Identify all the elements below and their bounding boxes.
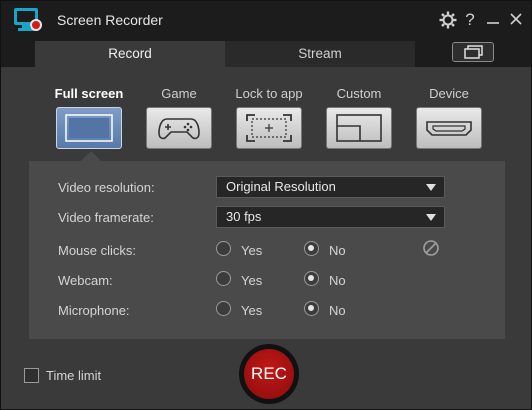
help-icon[interactable]: ? bbox=[459, 9, 481, 31]
gamepad-icon bbox=[146, 107, 212, 149]
mode-label: Device bbox=[429, 86, 469, 101]
microphone-label: Microphone: bbox=[58, 303, 130, 318]
mode-custom[interactable]: Custom bbox=[324, 85, 394, 149]
mode-label: Custom bbox=[336, 86, 382, 101]
prohibited-icon bbox=[423, 240, 439, 256]
title-bar: Screen Recorder ? bbox=[1, 1, 531, 39]
webcam-no-label: No bbox=[329, 273, 346, 288]
mode-full-screen[interactable]: Full screen bbox=[54, 85, 124, 149]
panel-pointer bbox=[81, 151, 101, 161]
window-mode-button[interactable] bbox=[452, 42, 494, 62]
mode-label: Full screen bbox=[54, 86, 124, 101]
window-title: Screen Recorder bbox=[57, 12, 163, 28]
custom-region-icon bbox=[326, 107, 392, 149]
record-button[interactable]: REC bbox=[239, 344, 299, 404]
time-limit-checkbox[interactable] bbox=[24, 368, 39, 383]
webcam-label: Webcam: bbox=[58, 273, 113, 288]
webcam-yes-label: Yes bbox=[241, 273, 263, 288]
mode-label: Game bbox=[161, 86, 197, 101]
video-framerate-label: Video framerate: bbox=[58, 210, 154, 225]
tab-stream[interactable]: Stream bbox=[225, 41, 415, 67]
mouse-clicks-yes-radio[interactable] bbox=[216, 241, 231, 256]
mouse-clicks-label: Mouse clicks: bbox=[58, 243, 137, 258]
mode-label: Lock to app bbox=[235, 86, 303, 101]
video-resolution-select[interactable]: Original Resolution bbox=[216, 176, 445, 198]
fullscreen-icon bbox=[56, 107, 122, 149]
settings-gear-icon[interactable] bbox=[437, 9, 459, 31]
windows-icon bbox=[464, 45, 483, 59]
record-button-label: REC bbox=[244, 349, 294, 399]
hdmi-icon bbox=[416, 107, 482, 149]
mouse-clicks-no-radio[interactable] bbox=[304, 241, 319, 256]
tab-record[interactable]: Record bbox=[35, 41, 225, 67]
minimize-icon[interactable] bbox=[482, 9, 504, 31]
microphone-no-label: No bbox=[329, 303, 346, 318]
video-framerate-select[interactable]: 30 fps bbox=[216, 206, 445, 228]
mode-game[interactable]: Game bbox=[144, 85, 214, 149]
mouse-clicks-yes-label: Yes bbox=[241, 243, 263, 258]
close-icon[interactable] bbox=[505, 9, 527, 31]
webcam-yes-radio[interactable] bbox=[216, 271, 231, 286]
video-resolution-label: Video resolution: bbox=[58, 180, 155, 195]
time-limit-label: Time limit bbox=[46, 368, 102, 383]
video-resolution-value: Original Resolution bbox=[226, 179, 336, 194]
chevron-down-icon bbox=[426, 184, 436, 191]
mode-device[interactable]: Device bbox=[414, 85, 484, 149]
microphone-no-radio[interactable] bbox=[304, 301, 319, 316]
mode-lock-to-app[interactable]: Lock to app bbox=[234, 85, 304, 149]
screen-recorder-window: Screen Recorder ? Record Stream Full scr… bbox=[0, 0, 532, 410]
video-framerate-value: 30 fps bbox=[226, 209, 262, 224]
microphone-yes-radio[interactable] bbox=[216, 301, 231, 316]
lock-to-app-icon bbox=[236, 107, 302, 149]
tab-bar: Record Stream bbox=[1, 39, 531, 67]
microphone-yes-label: Yes bbox=[241, 303, 263, 318]
webcam-no-radio[interactable] bbox=[304, 271, 319, 286]
chevron-down-icon bbox=[426, 214, 436, 221]
screen-recorder-logo-icon bbox=[14, 8, 42, 31]
mouse-clicks-no-label: No bbox=[329, 243, 346, 258]
